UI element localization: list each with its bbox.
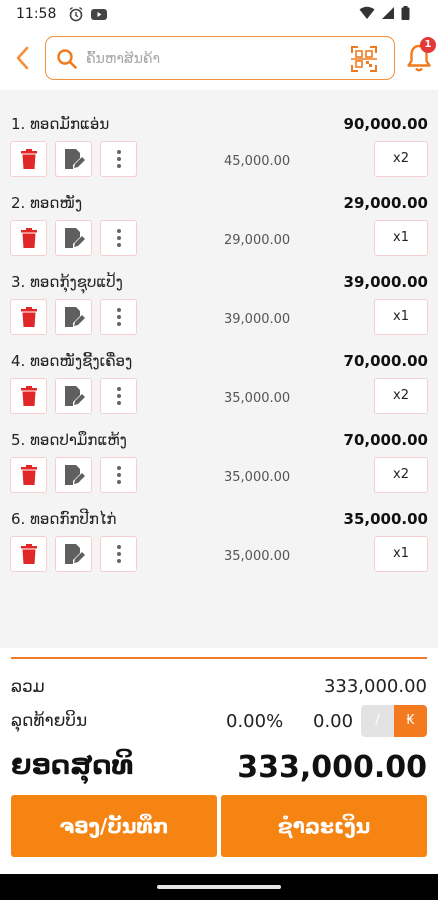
item-total: 90,000.00 [343, 115, 428, 133]
item-unit-price: 45,000.00 [224, 154, 291, 169]
trash-icon [20, 228, 37, 248]
edit-note-icon [64, 149, 85, 169]
more-vertical-icon [116, 466, 121, 484]
item-quantity[interactable]: x1 [374, 536, 428, 572]
more-options-button[interactable] [100, 536, 137, 572]
cart-list: 1. ທອດມັກແອ່ນ 90,000.00 45,000.00 x2 2. … [0, 90, 438, 648]
battery-icon [401, 6, 410, 20]
item-total: 29,000.00 [343, 194, 428, 212]
item-name: 4. ທອດໜັງຊີ້ງເຄື່ອງ [11, 352, 133, 370]
system-nav-bar [0, 874, 438, 900]
more-vertical-icon [116, 150, 121, 168]
search-icon [57, 49, 77, 69]
item-unit-price: 35,000.00 [224, 470, 291, 485]
chevron-left-icon [16, 46, 29, 70]
status-icons-left [68, 6, 108, 22]
grand-total-label: ຍອດສຸດທິ [11, 750, 134, 781]
alarm-icon [69, 6, 83, 22]
trash-icon [20, 544, 37, 564]
subtotal-value: 333,000.00 [323, 676, 427, 697]
notification-badge: 1 [420, 37, 436, 53]
item-name: 2. ທອດໜັງ [11, 194, 83, 212]
youtube-icon [91, 9, 107, 20]
discount-label: ລຸດທ້າຍບິນ [11, 711, 88, 731]
edit-note-icon [64, 465, 85, 485]
item-total: 35,000.00 [343, 510, 428, 528]
trash-icon [20, 149, 37, 169]
trash-icon [20, 386, 37, 406]
signal-icon [382, 7, 394, 19]
edit-note-icon [64, 386, 85, 406]
edit-note-icon [64, 228, 85, 248]
status-icons-right [359, 6, 410, 20]
status-bar: 11:58 [0, 0, 438, 28]
notification-button[interactable]: 1 [405, 37, 436, 74]
item-name: 1. ທອດມັກແອ່ນ [11, 115, 110, 133]
more-vertical-icon [116, 308, 121, 326]
edit-note-icon [64, 307, 85, 327]
qr-scan-icon[interactable] [350, 45, 378, 73]
save-order-button[interactable]: ຈອງ/ບັນທຶກ [11, 795, 217, 857]
item-total: 39,000.00 [343, 273, 428, 291]
cart-item: 6. ທອດກົກປີກໄກ່ 35,000.00 35,000.00 x1 [0, 485, 438, 572]
search-input[interactable] [86, 47, 341, 71]
cart-item: 3. ທອດກຸ້ງຊຸບແປ້ງ 39,000.00 39,000.00 x1 [0, 248, 438, 335]
cart-item: 4. ທອດໜັງຊີ້ງເຄື່ອງ 70,000.00 35,000.00 … [0, 327, 438, 414]
item-unit-price: 35,000.00 [224, 549, 291, 564]
delete-item-button[interactable] [10, 536, 47, 572]
discount-kip-toggle[interactable]: ₭ [394, 705, 427, 737]
edit-note-button[interactable] [55, 536, 92, 572]
cart-item: 1. ທອດມັກແອ່ນ 90,000.00 45,000.00 x2 [0, 90, 438, 177]
edit-note-icon [64, 544, 85, 564]
status-time: 11:58 [16, 6, 57, 22]
cart-item: 5. ທອດປາມຶກແຫ້ງ 70,000.00 35,000.00 x2 [0, 406, 438, 493]
item-name: 3. ທອດກຸ້ງຊຸບແປ້ງ [11, 273, 123, 291]
item-name: 5. ທອດປາມຶກແຫ້ງ [11, 431, 127, 449]
discount-percent[interactable]: 0.00% [226, 711, 283, 732]
more-vertical-icon [116, 229, 121, 247]
search-box[interactable] [45, 36, 395, 80]
discount-percent-toggle[interactable]: / [361, 705, 394, 737]
item-total: 70,000.00 [343, 352, 428, 370]
summary-divider [11, 657, 427, 659]
wifi-icon [359, 6, 375, 19]
item-total: 70,000.00 [343, 431, 428, 449]
pay-button[interactable]: ຊຳລະເງິນ [221, 795, 427, 857]
discount-type-toggle: / ₭ [361, 705, 427, 737]
more-vertical-icon [116, 545, 121, 563]
item-unit-price: 39,000.00 [224, 312, 291, 327]
trash-icon [20, 465, 37, 485]
subtotal-label: ລວມ [11, 677, 45, 697]
cart-item: 2. ທອດໜັງ 29,000.00 29,000.00 x1 [0, 169, 438, 256]
item-name: 6. ທອດກົກປີກໄກ່ [11, 510, 117, 528]
home-gesture-handle[interactable] [157, 885, 281, 889]
grand-total-value: 333,000.00 [237, 750, 427, 785]
more-vertical-icon [116, 387, 121, 405]
back-button[interactable] [10, 43, 36, 73]
trash-icon [20, 307, 37, 327]
item-unit-price: 35,000.00 [224, 391, 291, 406]
item-unit-price: 29,000.00 [224, 233, 291, 248]
app-bar: 1 [0, 28, 438, 90]
discount-amount[interactable]: 0.00 [313, 711, 353, 732]
